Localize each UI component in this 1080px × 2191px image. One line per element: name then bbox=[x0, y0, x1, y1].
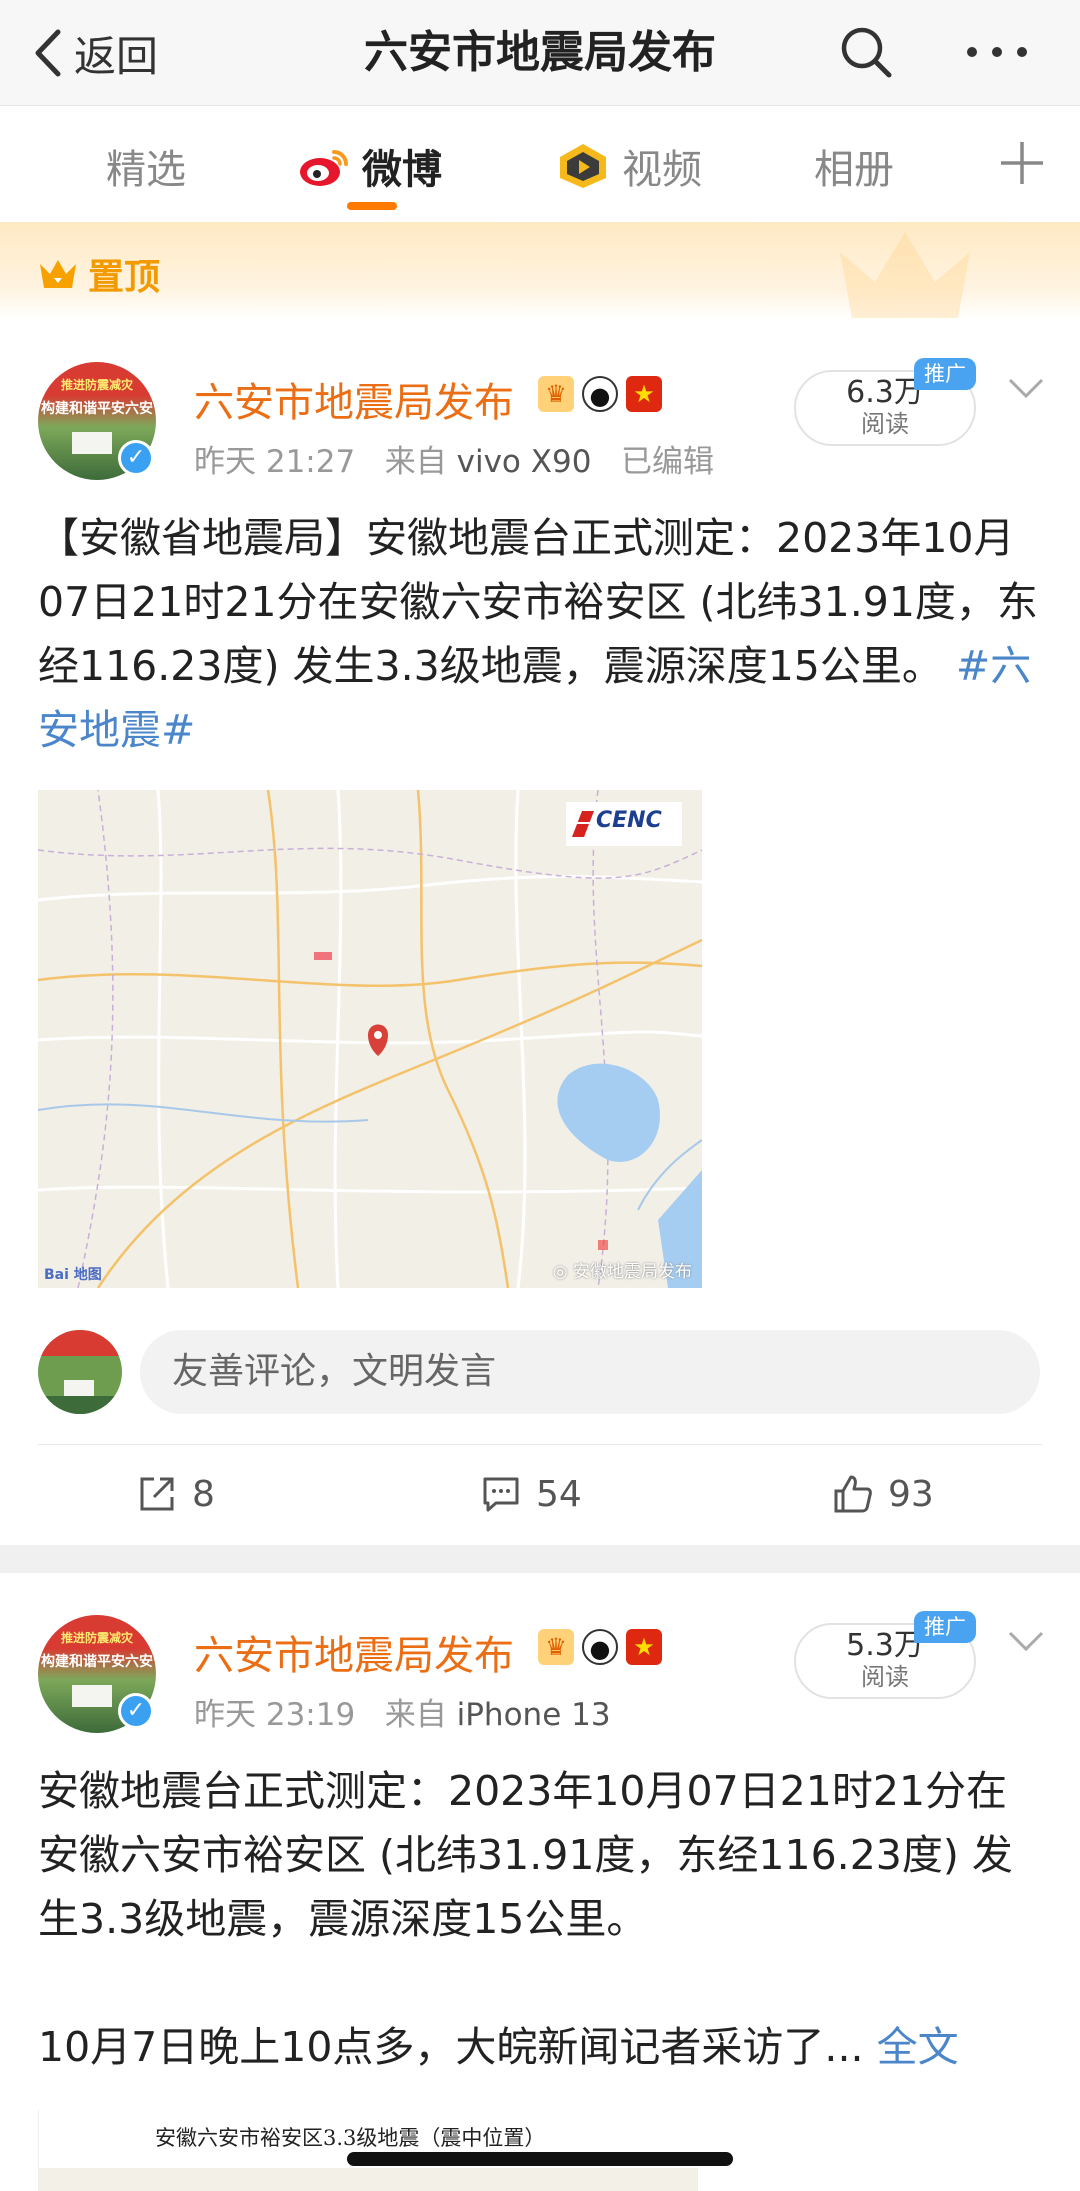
more-icon[interactable] bbox=[962, 22, 1032, 82]
pinned-label: 置顶 bbox=[38, 248, 160, 300]
repost-button[interactable]: 8 bbox=[136, 1464, 215, 1524]
crown-decoration-icon bbox=[840, 232, 970, 318]
pinned-banner: 置顶 bbox=[0, 222, 1080, 320]
read-more-link[interactable]: 全文 bbox=[877, 2023, 959, 2071]
thumbs-up-icon bbox=[834, 1475, 872, 1513]
map-strip bbox=[39, 2168, 698, 2191]
panda-badge-icon: ● bbox=[582, 1629, 618, 1665]
post-body: 【安徽省地震局】安徽地震台正式测定：2023年10月07日21时21分在安徽六安… bbox=[38, 514, 1038, 690]
verified-badge-icon: ✓ bbox=[118, 1693, 154, 1729]
chevron-down-icon[interactable] bbox=[1006, 1629, 1046, 1653]
tab-label: 微博 bbox=[362, 147, 442, 193]
promo-badge[interactable]: 推广 bbox=[914, 1611, 976, 1643]
tab-album[interactable]: 相册 bbox=[814, 136, 894, 196]
source-device[interactable]: iPhone 13 bbox=[457, 1697, 611, 1733]
cenc-logo-icon bbox=[572, 811, 594, 837]
cenc-text: CENC bbox=[596, 808, 662, 833]
post-text: 【安徽省地震局】安徽地震台正式测定：2023年10月07日21时21分在安徽六安… bbox=[38, 506, 1048, 762]
post-text: 安徽地震台正式测定：2023年10月07日21时21分在安徽六安市裕安区 (北纬… bbox=[38, 1767, 1013, 1943]
avatar-text: 推进防震减灾 bbox=[60, 1631, 133, 1645]
video-icon bbox=[560, 144, 606, 188]
post-time: 昨天 23:19 bbox=[194, 1697, 356, 1733]
active-tab-indicator bbox=[347, 202, 397, 210]
source-prefix: 来自 bbox=[384, 1697, 447, 1733]
map-title: 安徽六安市裕安区3.3级地震（震中位置） bbox=[155, 2126, 546, 2150]
user-badges: ♛ ● ★ bbox=[538, 1629, 662, 1665]
map-graphic bbox=[38, 790, 702, 1288]
comment-count: 54 bbox=[536, 1473, 582, 1515]
user-badges: ♛ ● ★ bbox=[538, 376, 662, 412]
profile-tabs: 精选 微博 视频 相册 bbox=[0, 106, 1080, 222]
location-map-image[interactable]: 安徽六安市裕安区3.3级地震（震中位置） bbox=[38, 2110, 698, 2191]
avatar-house bbox=[72, 1685, 112, 1707]
tab-featured[interactable]: 精选 bbox=[106, 136, 186, 196]
cenc-logo: CENC bbox=[566, 802, 682, 846]
china-flag-icon: ★ bbox=[626, 376, 662, 412]
source-device[interactable]: vivo X90 bbox=[457, 444, 592, 480]
page-title: 六安市地震局发布 bbox=[364, 27, 716, 78]
tab-label: 精选 bbox=[106, 147, 186, 193]
comment-button[interactable]: 54 bbox=[480, 1464, 582, 1524]
promo-badge[interactable]: 推广 bbox=[914, 358, 976, 390]
chevron-down-icon[interactable] bbox=[1006, 376, 1046, 400]
comment-input[interactable]: 友善评论，文明发言 bbox=[140, 1330, 1040, 1414]
repost-icon bbox=[140, 1477, 174, 1511]
user-name[interactable]: 六安市地震局发布 bbox=[194, 370, 514, 428]
tab-label: 视频 bbox=[622, 147, 702, 193]
tab-video[interactable]: 视频 bbox=[556, 136, 702, 196]
post-text-continued: 10月7日晚上10点多，大皖新闻记者采访了... 全文 bbox=[38, 2015, 1048, 2079]
home-indicator[interactable] bbox=[347, 2152, 733, 2166]
source-prefix: 来自 bbox=[384, 444, 447, 480]
weibo-logo-icon bbox=[300, 150, 348, 186]
earthquake-map-image[interactable]: CENC Bai 地图 ◎ 安徽地震局发布 bbox=[38, 790, 702, 1288]
crown-badge-icon: ♛ bbox=[538, 376, 574, 412]
pinned-text: 置顶 bbox=[88, 257, 161, 298]
baidu-map-logo: Bai 地图 bbox=[44, 1267, 102, 1283]
weibo-post: 推进防震减灾 构建和谐平安六安 ✓ 六安市地震局发布 ♛ ● ★ 昨天 23:1… bbox=[0, 1573, 1080, 2191]
tab-label: 相册 bbox=[814, 147, 894, 193]
read-count-label: 阅读 bbox=[861, 410, 909, 438]
my-avatar[interactable] bbox=[38, 1330, 122, 1414]
edited-label: 已编辑 bbox=[621, 444, 714, 480]
map-watermark: ◎ 安徽地震局发布 bbox=[552, 1262, 692, 1282]
post-body: 10月7日晚上10点多，大皖新闻记者采访了... bbox=[38, 2023, 864, 2071]
tab-weibo[interactable]: 微博 bbox=[298, 136, 442, 196]
avatar-text: 构建和谐平安六安 bbox=[41, 401, 153, 417]
post-time: 昨天 21:27 bbox=[194, 444, 356, 480]
read-count-label: 阅读 bbox=[861, 1663, 909, 1691]
divider bbox=[38, 1444, 1042, 1445]
top-nav-bar: 返回 六安市地震局发布 bbox=[0, 0, 1080, 106]
like-count: 93 bbox=[888, 1473, 934, 1515]
china-flag-icon: ★ bbox=[626, 1629, 662, 1665]
crown-icon bbox=[40, 260, 76, 288]
add-tab-icon[interactable] bbox=[997, 138, 1047, 188]
search-icon[interactable] bbox=[836, 22, 896, 82]
post-meta: 昨天 21:27 来自 vivo X90 已编辑 bbox=[194, 436, 714, 481]
like-button[interactable]: 93 bbox=[832, 1464, 934, 1524]
post-separator bbox=[0, 1545, 1080, 1573]
verified-badge-icon: ✓ bbox=[118, 440, 154, 476]
avatar-text: 推进防震减灾 bbox=[60, 378, 133, 392]
post-meta: 昨天 23:19 来自 iPhone 13 bbox=[194, 1689, 611, 1734]
repost-count: 8 bbox=[192, 1473, 215, 1515]
avatar-house bbox=[72, 432, 112, 454]
avatar-text: 构建和谐平安六安 bbox=[41, 1654, 153, 1670]
crown-badge-icon: ♛ bbox=[538, 1629, 574, 1665]
user-name[interactable]: 六安市地震局发布 bbox=[194, 1623, 514, 1681]
panda-badge-icon: ● bbox=[582, 376, 618, 412]
comment-icon bbox=[483, 1477, 519, 1512]
